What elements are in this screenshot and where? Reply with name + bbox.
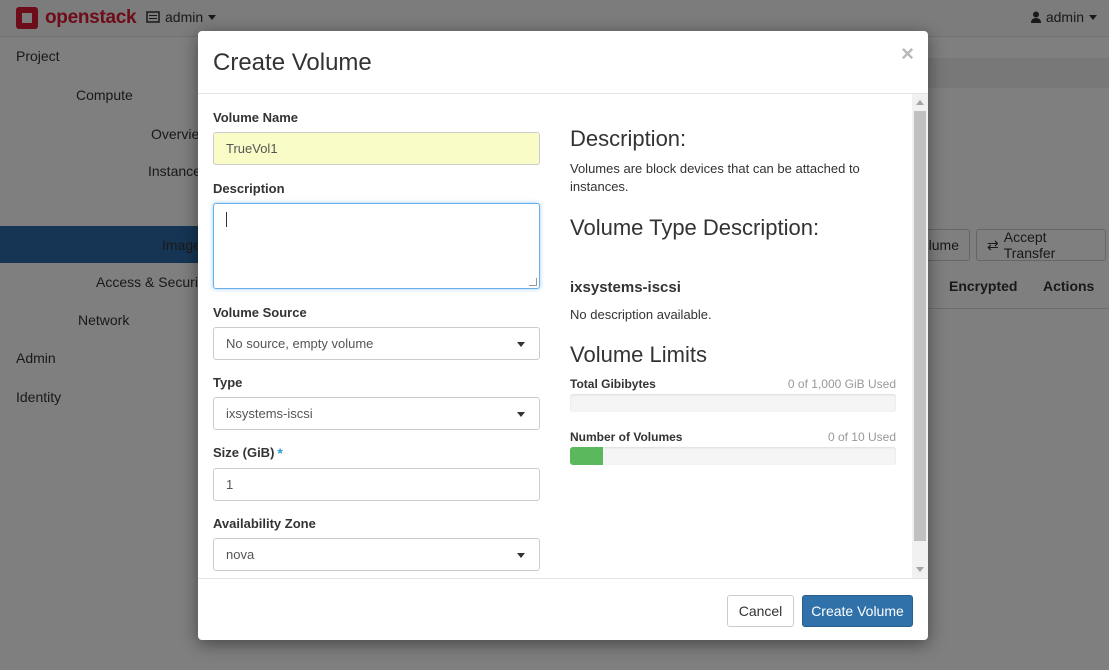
volume-source-value: No source, empty volume	[226, 336, 374, 351]
volume-type-text: No description available.	[570, 307, 712, 322]
resize-handle-icon[interactable]	[529, 278, 537, 286]
modal-body: Volume Name TrueVol1 Description Volume …	[198, 94, 928, 578]
volumes-quota-label: Number of Volumes	[570, 430, 683, 444]
chevron-down-icon	[517, 342, 525, 347]
type-select[interactable]: ixsystems-iscsi	[213, 397, 540, 430]
volume-name-value: TrueVol1	[226, 141, 278, 156]
text-cursor	[226, 212, 227, 227]
scroll-down-icon[interactable]	[916, 567, 924, 572]
description-textarea[interactable]	[213, 203, 540, 289]
gibibytes-progress	[570, 394, 896, 412]
cancel-button[interactable]: Cancel	[727, 595, 794, 627]
close-icon[interactable]: ×	[901, 41, 914, 67]
scroll-thumb[interactable]	[914, 111, 926, 541]
volumes-progress	[570, 447, 896, 465]
modal-footer: Cancel Create Volume	[198, 578, 928, 640]
modal-scrollbar[interactable]	[912, 94, 928, 578]
gibibytes-quota-label: Total Gibibytes	[570, 377, 656, 391]
volume-name-label: Volume Name	[213, 110, 299, 125]
modal-title: Create Volume	[213, 49, 372, 76]
volume-source-label: Volume Source	[213, 305, 307, 320]
required-marker: *	[277, 445, 283, 461]
description-heading: Description:	[570, 126, 687, 151]
volume-type-heading: Volume Type Description:	[570, 215, 820, 240]
volume-name-input[interactable]: TrueVol1	[213, 132, 540, 165]
modal-header: Create Volume ×	[198, 31, 928, 94]
volumes-progress-fill	[570, 447, 603, 465]
type-label: Type	[213, 375, 243, 390]
availability-zone-value: nova	[226, 547, 255, 562]
gibibytes-quota-used: 0 of 1,000 GiB Used	[787, 377, 896, 391]
description-label: Description	[213, 181, 285, 196]
scroll-up-icon[interactable]	[916, 100, 924, 105]
size-value: 1	[226, 477, 234, 492]
size-input[interactable]: 1	[213, 468, 540, 501]
create-volume-modal: Create Volume × Volume Name TrueVol1 Des…	[198, 31, 928, 640]
volumes-quota-used: 0 of 10 Used	[827, 430, 896, 444]
chevron-down-icon	[517, 412, 525, 417]
volume-source-select[interactable]: No source, empty volume	[213, 327, 540, 360]
volume-type-name: ixsystems-iscsi	[570, 279, 681, 296]
chevron-down-icon	[517, 553, 525, 558]
type-value: ixsystems-iscsi	[226, 406, 313, 421]
availability-zone-label: Availability Zone	[213, 516, 316, 531]
create-volume-submit-button[interactable]: Create Volume	[802, 595, 913, 627]
size-label: Size (GiB) *	[213, 445, 283, 461]
volume-limits-heading: Volume Limits	[570, 342, 707, 367]
availability-zone-select[interactable]: nova	[213, 538, 540, 571]
description-text: Volumes are block devices that can be at…	[570, 161, 860, 194]
size-label-text: Size (GiB)	[213, 445, 275, 460]
